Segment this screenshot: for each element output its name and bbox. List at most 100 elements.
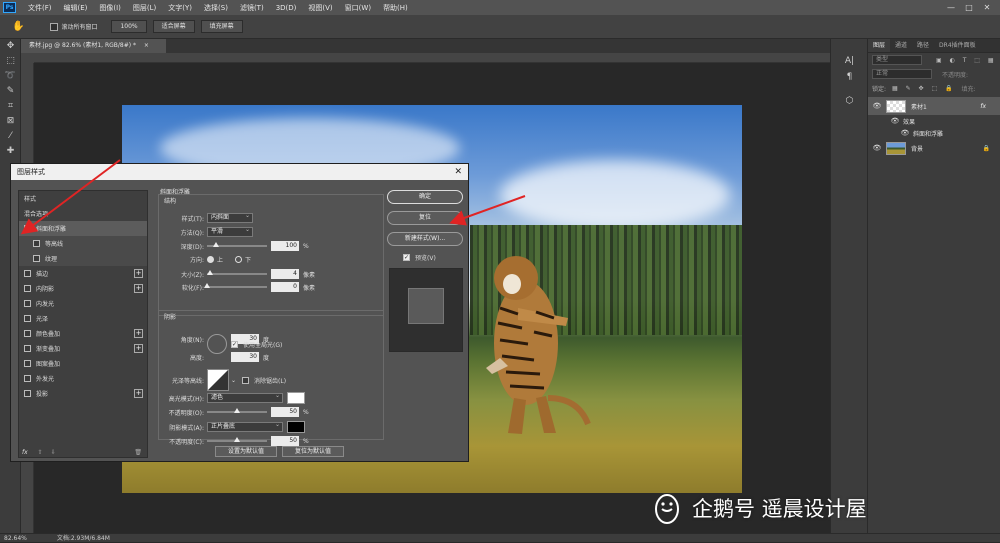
status-zoom[interactable]: 82.64% [4,535,27,542]
trash-icon[interactable]: 🗑 [134,449,142,456]
checkbox[interactable] [24,285,31,292]
preview-row[interactable]: ✓ 预览(V) [403,253,436,262]
tab-paths[interactable]: 路径 [912,39,934,52]
visibility-eye-icon[interactable]: 👁 [900,129,910,137]
technique-select[interactable]: 平滑 [207,226,253,237]
move-up-icon[interactable]: ⇧ [38,449,43,456]
add-icon[interactable]: + [134,344,143,353]
size-input[interactable]: 4 [271,269,299,279]
healing-brush-icon[interactable]: ✚ [0,144,21,159]
checkbox[interactable] [33,240,40,247]
soften-slider[interactable] [204,283,267,288]
style-item-texture[interactable]: 纹理 [19,251,147,266]
tab-layers[interactable]: 图层 [868,39,891,52]
checkbox[interactable] [24,270,31,277]
tab-channels[interactable]: 通道 [890,39,912,52]
menu-select[interactable]: 选择(S) [198,3,234,13]
global-light-row[interactable]: ✓ 使用全局光(G) [231,340,282,349]
checkbox[interactable] [24,315,31,322]
checkbox[interactable]: ✓ [24,225,31,232]
scroll-all-checkbox[interactable] [50,22,59,31]
dialog-close-icon[interactable]: ✕ [454,164,462,180]
scroll-all-windows[interactable]: 滚动所有窗口 [50,22,97,31]
size-slider[interactable] [207,270,267,275]
checkbox[interactable] [24,300,31,307]
checkbox[interactable] [24,390,31,397]
blend-options-item[interactable]: 混合选项 [19,206,147,221]
style-header[interactable]: 样式 [19,191,147,206]
move-down-icon[interactable]: ⇩ [51,449,56,456]
move-tool-icon[interactable]: ✥ [0,39,21,54]
shadow-opacity-slider[interactable] [207,437,267,442]
add-icon[interactable]: + [134,389,143,398]
shadow-mode-select[interactable]: 正片叠底 [207,421,283,432]
menu-window[interactable]: 窗口(W) [339,3,377,13]
blend-mode-select[interactable]: 正常 [872,69,932,79]
effects-row[interactable]: 👁 效果 [868,115,1000,127]
highlight-opacity-slider[interactable] [207,408,267,413]
style-item-contour[interactable]: 等高线 [19,236,147,251]
checkbox[interactable] [24,330,31,337]
visibility-eye-icon[interactable]: 👁 [872,102,882,110]
global-light-checkbox[interactable]: ✓ [231,341,238,348]
menu-3d[interactable]: 3D(D) [270,4,303,12]
add-icon[interactable]: + [134,269,143,278]
menu-file[interactable]: 文件(F) [22,3,58,13]
style-item-drop-shadow[interactable]: 投影 + [19,386,147,401]
altitude-input[interactable]: 30 [231,352,259,362]
add-icon[interactable]: + [134,329,143,338]
anti-alias-checkbox[interactable] [242,376,250,384]
style-item-inner-glow[interactable]: 内发光 [19,296,147,311]
contour-dropdown-icon[interactable]: ⌄ [231,377,236,384]
lasso-tool-icon[interactable]: ➰ [0,69,21,84]
layer-row[interactable]: 👁 素材1 fx [868,97,1000,115]
menu-edit[interactable]: 编辑(E) [58,3,94,13]
make-default-button[interactable]: 设置为默认值 [215,446,277,457]
close-icon[interactable]: ✕ [978,0,996,15]
document-tab[interactable]: 素材.jpg @ 82.6% (素材1, RGB/8#) * × [21,39,166,53]
ok-button[interactable]: 确定 [387,190,463,204]
style-item-satin[interactable]: 光泽 [19,311,147,326]
menu-type[interactable]: 文字(Y) [162,3,198,13]
bevel-style-select[interactable]: 内斜面 [207,212,253,223]
menu-filter[interactable]: 滤镜(T) [234,3,270,13]
style-item-color-overlay[interactable]: 颜色叠加 + [19,326,147,341]
paragraph-panel-icon[interactable]: ¶ [831,69,868,85]
checkbox[interactable] [24,360,31,367]
shadow-color-swatch[interactable] [287,421,305,433]
direction-down-radio[interactable] [235,256,243,263]
checkbox[interactable] [24,345,31,352]
highlight-opacity-input[interactable]: 50 [271,407,299,417]
angle-dial[interactable] [207,334,227,354]
zoom-100-button[interactable]: 100% [111,20,147,33]
preview-checkbox[interactable]: ✓ [403,254,410,261]
style-item-inner-shadow[interactable]: 内阴影 + [19,281,147,296]
depth-input[interactable]: 100 [271,241,299,251]
maximize-icon[interactable]: □ [960,0,978,15]
lock-icons[interactable]: ▦ ✎ ✥ ⬚ 🔒 [892,85,956,92]
minimize-icon[interactable]: — [942,0,960,15]
crop-tool-icon[interactable]: ⌗ [0,99,21,114]
style-item-pattern-overlay[interactable]: 图案叠加 [19,356,147,371]
gloss-contour-swatch[interactable] [207,369,229,391]
fx-icon[interactable]: fx [980,103,986,110]
style-item-gradient-overlay[interactable]: 渐变叠加 + [19,341,147,356]
checkbox[interactable] [33,255,40,262]
visibility-eye-icon[interactable]: 👁 [872,144,882,152]
depth-slider[interactable] [207,242,267,247]
menu-layer[interactable]: 图层(L) [127,3,162,13]
reset-button[interactable]: 复位 [387,211,463,225]
fill-screen-button[interactable]: 填充屏幕 [200,20,243,33]
style-item-stroke[interactable]: 描边 + [19,266,147,281]
tab-dr4[interactable]: DR4插件面板 [934,39,981,52]
direction-up-radio[interactable] [207,256,214,263]
fx-menu-icon[interactable]: fx [22,449,28,456]
checkbox[interactable] [24,375,31,382]
highlight-mode-select[interactable]: 滤色 [207,392,283,403]
layer-filter-field[interactable]: 类型 [872,55,922,65]
new-style-button[interactable]: 新建样式(W)... [387,232,463,246]
eyedropper-icon[interactable]: ⁄ [0,129,21,144]
add-icon[interactable]: + [134,284,143,293]
shadow-opacity-input[interactable]: 50 [271,436,299,446]
menu-image[interactable]: 图像(I) [93,3,127,13]
